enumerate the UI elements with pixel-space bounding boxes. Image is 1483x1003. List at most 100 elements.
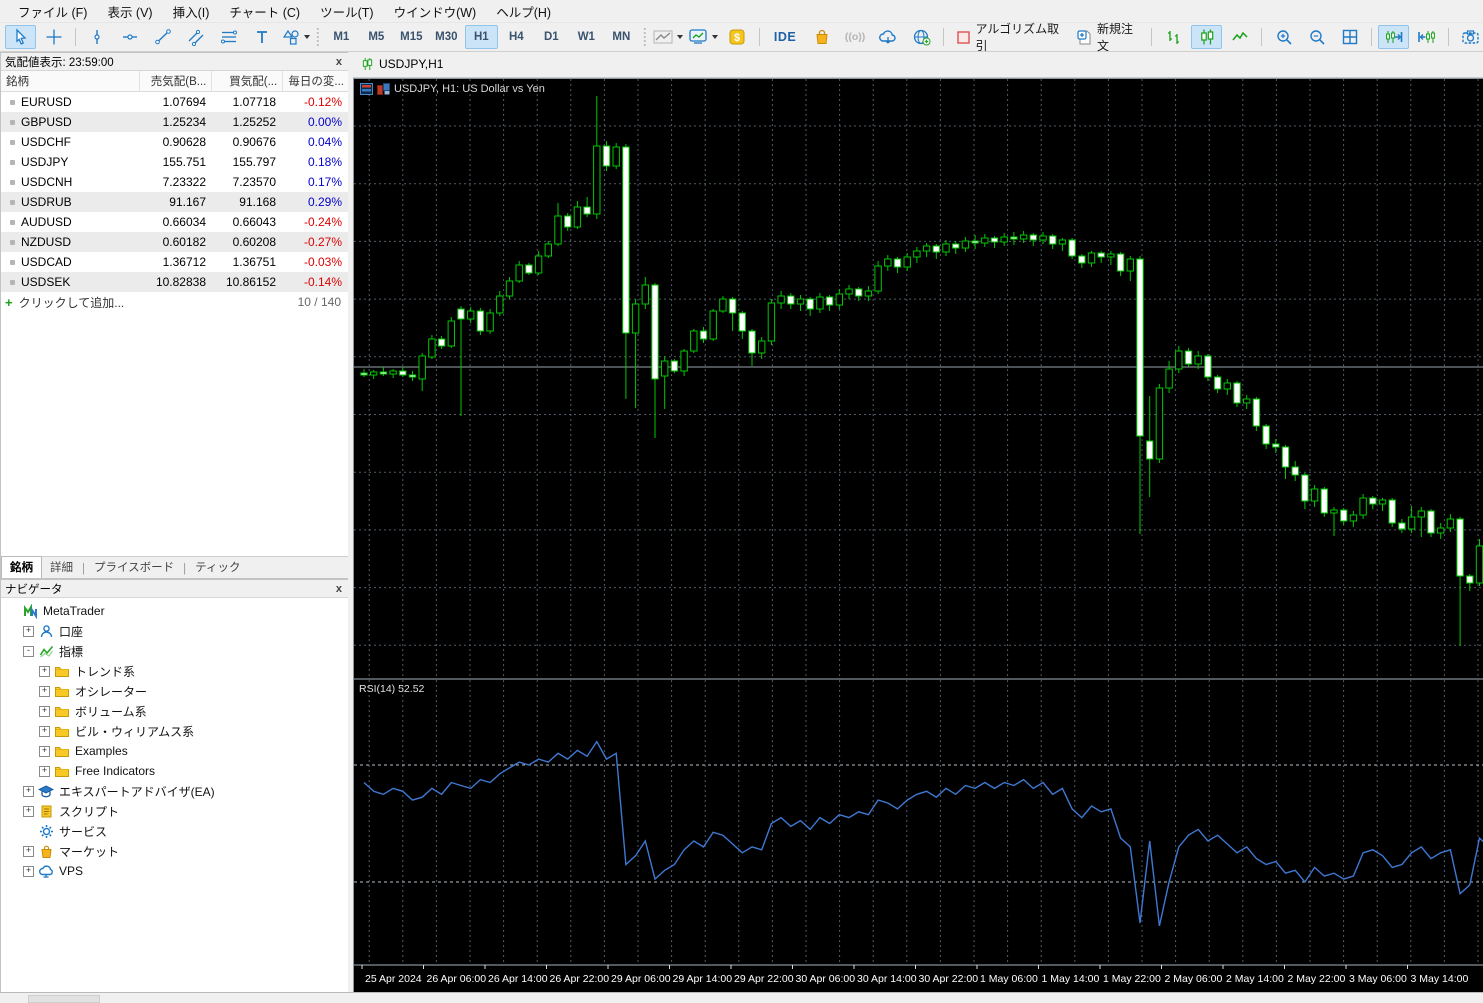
market-watch-tab-0[interactable]: 銘柄 bbox=[1, 556, 42, 578]
line-chart-button[interactable] bbox=[1224, 25, 1255, 49]
auto-scroll-button[interactable] bbox=[1378, 25, 1410, 49]
expander-plus-icon[interactable]: + bbox=[23, 805, 34, 817]
toolbar-handle[interactable] bbox=[642, 27, 647, 47]
expander-plus-icon[interactable]: + bbox=[23, 845, 34, 857]
expander-plus-icon[interactable]: + bbox=[23, 625, 34, 637]
column-header-3[interactable]: 毎日の変... bbox=[283, 71, 349, 91]
expander-plus-icon[interactable]: + bbox=[39, 685, 50, 697]
crosshair-tool[interactable] bbox=[38, 25, 69, 49]
vertical-line-tool[interactable] bbox=[82, 25, 113, 49]
chart-properties-icon[interactable] bbox=[377, 83, 390, 95]
expander-minus-icon[interactable]: - bbox=[23, 645, 34, 657]
tree-item--[interactable]: + ボリューム系 bbox=[1, 701, 349, 721]
add-symbol-row[interactable]: + クリックして追加... 10 / 140 bbox=[1, 292, 349, 312]
expander-plus-icon[interactable]: + bbox=[39, 745, 50, 757]
tree-item--ea-[interactable]: + エキスパートアドバイザ(EA) bbox=[1, 781, 349, 801]
menu-item-6[interactable]: ヘルプ(H) bbox=[486, 0, 561, 24]
timeframe-d1[interactable]: D1 bbox=[535, 25, 568, 49]
toolbar-handle[interactable] bbox=[316, 27, 320, 47]
market-watch-row-usdjpy[interactable]: USDJPY 155.751 155.797 0.18% bbox=[1, 152, 349, 172]
market-watch-row-usdcnh[interactable]: USDCNH 7.23322 7.23570 0.17% bbox=[1, 172, 349, 192]
chart-window[interactable]: 25 Apr 2024 26 Apr 06:00 26 Apr 14:00 26 Ap… bbox=[353, 78, 1483, 993]
tree-item--[interactable]: + オシレーター bbox=[1, 681, 349, 701]
timeframe-w1[interactable]: W1 bbox=[570, 25, 603, 49]
one-click-trading-icon[interactable] bbox=[360, 83, 373, 95]
menu-item-1[interactable]: 表示 (V) bbox=[97, 0, 162, 24]
chart-template-button[interactable] bbox=[687, 25, 720, 49]
timeframe-h4[interactable]: H4 bbox=[500, 25, 533, 49]
community-button[interactable] bbox=[906, 25, 937, 49]
tree-item-free-indicators[interactable]: + Free Indicators bbox=[1, 761, 349, 781]
market-button[interactable] bbox=[807, 25, 838, 49]
timeframe-m30[interactable]: M30 bbox=[430, 25, 463, 49]
timeframe-m15[interactable]: M15 bbox=[395, 25, 428, 49]
bar-chart-button[interactable] bbox=[1158, 25, 1189, 49]
timeframe-mn[interactable]: MN bbox=[605, 25, 638, 49]
tree-item--[interactable]: + スクリプト bbox=[1, 801, 349, 821]
chevron-down-icon bbox=[712, 35, 719, 39]
shapes-tool[interactable] bbox=[280, 25, 311, 49]
market-watch-row-audusd[interactable]: AUDUSD 0.66034 0.66043 -0.24% bbox=[1, 212, 349, 232]
new-order-button[interactable]: 新規注文 bbox=[1069, 22, 1145, 53]
tile-windows-button[interactable] bbox=[1334, 25, 1365, 49]
market-watch-tab-3[interactable]: ティック bbox=[187, 557, 248, 578]
market-watch-row-eurusd[interactable]: EURUSD 1.07694 1.07718 -0.12% bbox=[1, 92, 349, 112]
timeframe-h1[interactable]: H1 bbox=[464, 25, 498, 49]
tree-item-vps[interactable]: + VPS bbox=[1, 861, 349, 881]
column-header-1[interactable]: 売気配(B... bbox=[140, 71, 213, 91]
price-chart[interactable]: 25 Apr 2024 26 Apr 06:00 26 Apr 14:00 26 Ap… bbox=[354, 79, 1483, 992]
screenshot-button[interactable] bbox=[1455, 25, 1483, 49]
market-watch-tab-2[interactable]: プライスボード bbox=[86, 557, 182, 578]
market-watch-tab-1[interactable]: 詳細 bbox=[42, 557, 81, 578]
market-watch-row-usdchf[interactable]: USDCHF 0.90628 0.90676 0.04% bbox=[1, 132, 349, 152]
menu-item-0[interactable]: ファイル (F) bbox=[8, 0, 97, 24]
signals-button[interactable]: ((o)) bbox=[840, 25, 871, 49]
chart-tab-usdjpy[interactable]: USDJPY,H1 bbox=[353, 54, 453, 75]
market-watch-row-usdsek[interactable]: USDSEK 10.82838 10.86152 -0.14% bbox=[1, 272, 349, 292]
market-watch-row-usdrub[interactable]: USDRUB 91.167 91.168 0.29% bbox=[1, 192, 349, 212]
equidistant-lines-tool[interactable] bbox=[214, 25, 245, 49]
column-header-0[interactable]: 銘柄 bbox=[1, 71, 140, 91]
expander-plus-icon[interactable]: + bbox=[39, 705, 50, 717]
daily-change: -0.12% bbox=[303, 95, 342, 109]
trade-button[interactable]: $ bbox=[722, 25, 753, 49]
tree-item--[interactable]: サービス bbox=[1, 821, 349, 841]
expander-plus-icon[interactable]: + bbox=[23, 785, 34, 797]
timeframe-m1[interactable]: M1 bbox=[325, 25, 358, 49]
tree-item--[interactable]: + マーケット bbox=[1, 841, 349, 861]
menu-item-5[interactable]: ウインドウ(W) bbox=[384, 0, 487, 24]
text-tool[interactable] bbox=[247, 25, 278, 49]
close-icon[interactable]: x bbox=[333, 56, 345, 68]
candle-chart-button[interactable] bbox=[1191, 25, 1223, 49]
cursor-tool[interactable] bbox=[5, 25, 36, 49]
tree-item-metatrader[interactable]: MetaTrader bbox=[1, 601, 349, 621]
ide-button[interactable]: IDE bbox=[766, 25, 805, 49]
market-watch-row-nzdusd[interactable]: NZDUSD 0.60182 0.60208 -0.27% bbox=[1, 232, 349, 252]
tree-item--[interactable]: - 指標 bbox=[1, 641, 349, 661]
market-watch-row-usdcad[interactable]: USDCAD 1.36712 1.36751 -0.03% bbox=[1, 252, 349, 272]
tree-item-examples[interactable]: + Examples bbox=[1, 741, 349, 761]
close-icon[interactable]: x bbox=[333, 583, 345, 595]
menu-item-4[interactable]: ツール(T) bbox=[310, 0, 383, 24]
chart-shift-button[interactable] bbox=[1411, 25, 1442, 49]
horizontal-line-tool[interactable] bbox=[115, 25, 146, 49]
market-watch-row-gbpusd[interactable]: GBPUSD 1.25234 1.25252 0.00% bbox=[1, 112, 349, 132]
menu-item-2[interactable]: 挿入(I) bbox=[163, 0, 220, 24]
tree-item--[interactable]: + ビル・ウィリアムス系 bbox=[1, 721, 349, 741]
tree-item--[interactable]: + トレンド系 bbox=[1, 661, 349, 681]
timeframe-m5[interactable]: M5 bbox=[360, 25, 393, 49]
expander-plus-icon[interactable]: + bbox=[39, 725, 50, 737]
expander-plus-icon[interactable]: + bbox=[39, 665, 50, 677]
expander-plus-icon[interactable]: + bbox=[39, 765, 50, 777]
algo-trading-button[interactable]: アルゴリズム取引 bbox=[949, 22, 1067, 53]
indicators-button[interactable] bbox=[651, 25, 684, 49]
tree-item--[interactable]: + 口座 bbox=[1, 621, 349, 641]
expander-plus-icon[interactable]: + bbox=[23, 865, 34, 877]
cloud-button[interactable] bbox=[873, 25, 904, 49]
menu-item-3[interactable]: チャート (C) bbox=[219, 0, 310, 24]
zoom-out-button[interactable] bbox=[1301, 25, 1332, 49]
column-header-2[interactable]: 買気配(... bbox=[212, 71, 284, 91]
channel-tool[interactable] bbox=[181, 25, 212, 49]
trendline-tool[interactable] bbox=[148, 25, 179, 49]
zoom-in-button[interactable] bbox=[1268, 25, 1299, 49]
